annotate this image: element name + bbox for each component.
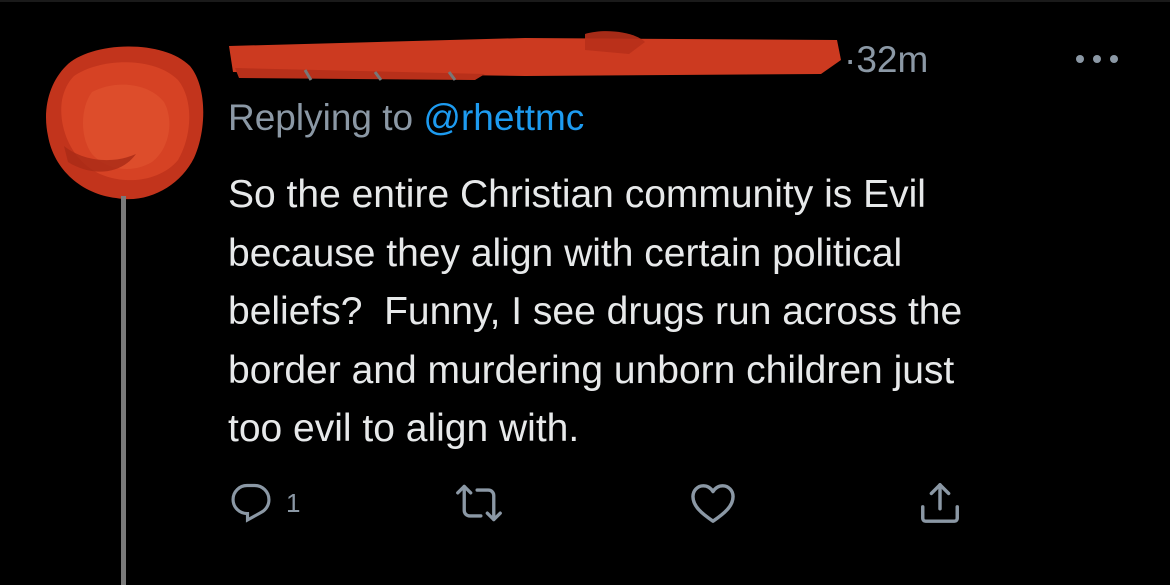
- tweet-text-line: beliefs? Funny, I see drugs run across t…: [228, 290, 963, 333]
- more-dot: [1110, 55, 1118, 63]
- more-horizontal-icon: [1076, 55, 1084, 63]
- tweet-timestamp[interactable]: ·32m: [844, 36, 928, 84]
- reply-icon: [231, 483, 271, 523]
- replying-to-handle-link[interactable]: @rhettmc: [423, 97, 584, 138]
- more-dot: [1093, 55, 1101, 63]
- heart-icon: [691, 484, 735, 523]
- timestamp-value: 32m: [856, 39, 929, 80]
- thread-connector-line: [121, 196, 126, 585]
- retweet-button[interactable]: [455, 480, 503, 526]
- tweet-text-line: So the entire Christian community is Evi…: [228, 173, 926, 216]
- reply-count: 1: [286, 488, 301, 518]
- redacted-display-name[interactable]: [225, 30, 845, 82]
- like-button[interactable]: [690, 480, 736, 526]
- replying-to-label: Replying to: [228, 97, 424, 138]
- retweet-icon: [456, 484, 502, 522]
- tweet-text-line: border and murdering unborn children jus…: [228, 348, 955, 392]
- redacted-avatar[interactable]: [44, 36, 206, 204]
- reply-button[interactable]: 1: [230, 480, 300, 526]
- replying-to-line: Replying to @rhettmc: [228, 94, 584, 142]
- share-button[interactable]: [917, 480, 963, 526]
- top-divider: [0, 0, 1170, 2]
- tweet-text-line: too evil to align with.: [228, 407, 580, 450]
- more-options-button[interactable]: [1076, 50, 1120, 68]
- tweet-text-line: because they align with certain politica…: [228, 231, 903, 275]
- share-icon: [921, 483, 959, 523]
- tweet-text: So the entire Christian community is Evi…: [228, 166, 1108, 459]
